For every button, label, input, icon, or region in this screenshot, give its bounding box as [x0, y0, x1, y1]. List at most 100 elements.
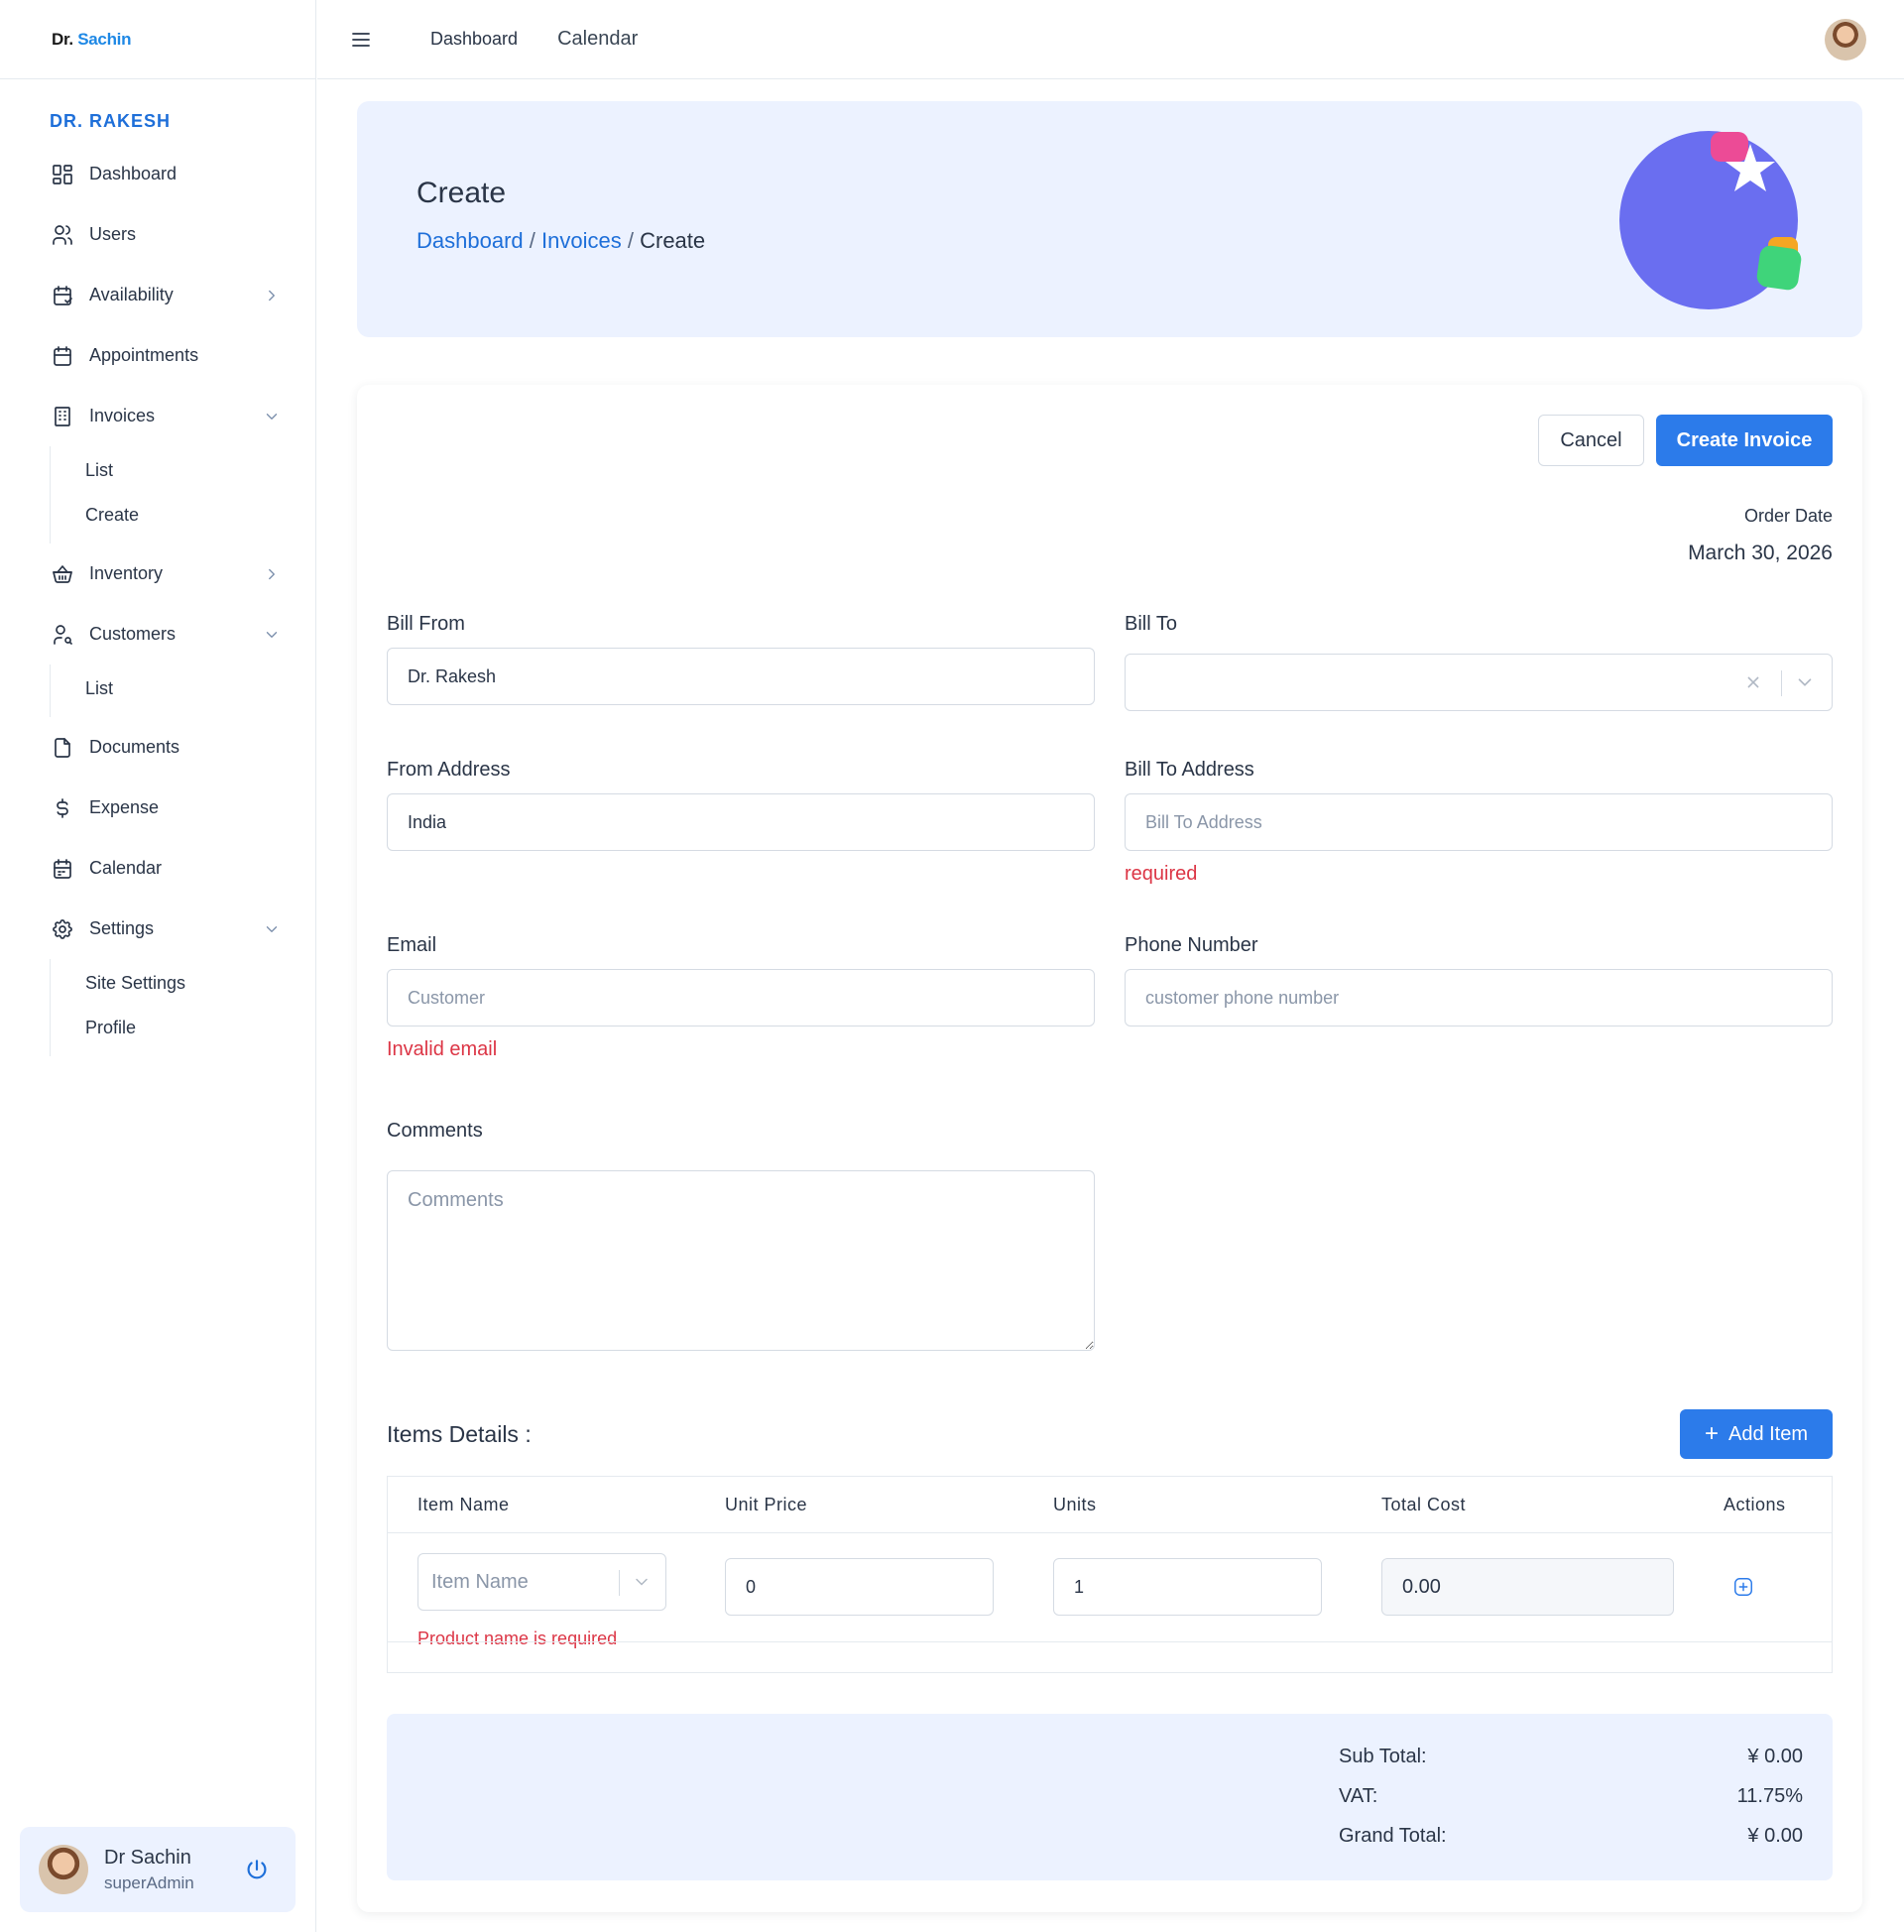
- sidebar-item-invoices[interactable]: Invoices: [0, 386, 316, 446]
- user-info: Dr Sachin superAdmin: [104, 1847, 244, 1893]
- topbar-link-calendar[interactable]: Calendar: [557, 28, 638, 51]
- avatar[interactable]: [39, 1845, 88, 1894]
- power-icon[interactable]: [244, 1857, 270, 1882]
- sidebar-item-label: Settings: [89, 918, 155, 938]
- sidebar-item-users[interactable]: Users: [0, 204, 316, 265]
- chevron-down-icon: [263, 408, 281, 425]
- items-table: Item Name Unit Price Units Total Cost Ac…: [387, 1476, 1833, 1673]
- sidebar-nav: Dashboard Users Availability Appointment…: [0, 144, 316, 1056]
- avatar[interactable]: [1825, 19, 1866, 60]
- item-name-placeholder: Item Name: [431, 1571, 529, 1593]
- units-input[interactable]: [1053, 1558, 1322, 1616]
- sidebar-item-calendar[interactable]: Calendar: [0, 838, 316, 899]
- table-header-divider: [388, 1532, 1832, 1533]
- comments-textarea[interactable]: [387, 1170, 1095, 1351]
- topbar-link-dashboard[interactable]: Dashboard: [430, 29, 518, 50]
- menu-icon[interactable]: [349, 28, 373, 52]
- breadcrumb-invoices[interactable]: Invoices: [541, 228, 622, 253]
- sidebar-item-label: Customers: [89, 624, 177, 644]
- column-header-total-cost: Total Cost: [1381, 1495, 1467, 1514]
- email-field[interactable]: [387, 969, 1095, 1026]
- cancel-button[interactable]: Cancel: [1538, 415, 1644, 466]
- bill-to-address-error: required: [1125, 863, 1198, 885]
- sidebar-item-expense[interactable]: Expense: [0, 778, 316, 838]
- vat-label: VAT:: [1339, 1785, 1378, 1807]
- sidebar-item-label: Expense: [89, 797, 160, 817]
- sidebar-subitem-customers-list[interactable]: List: [85, 666, 316, 711]
- add-row-icon[interactable]: [1732, 1576, 1754, 1598]
- breadcrumb-dashboard[interactable]: Dashboard: [416, 228, 524, 253]
- column-header-actions: Actions: [1724, 1495, 1786, 1514]
- calendar-event-icon: [50, 856, 75, 882]
- chevron-right-icon: [263, 565, 281, 583]
- phone-number-input[interactable]: [1125, 969, 1833, 1026]
- vat-value: 11.75%: [1736, 1785, 1803, 1807]
- bill-to-address-label: Bill To Address: [1125, 759, 1254, 781]
- add-item-label: Add Item: [1727, 1422, 1809, 1445]
- page-title: Create: [416, 177, 507, 209]
- clear-icon[interactable]: [1742, 671, 1764, 693]
- breadcrumb-separator: /: [529, 228, 536, 253]
- settings-submenu: Site Settings Profile: [50, 959, 316, 1056]
- comments-label: Comments: [387, 1120, 483, 1142]
- invoice-form-card: Cancel Create Invoice Order Date March 3…: [357, 385, 1862, 1912]
- table-row-divider: [388, 1641, 1832, 1642]
- sub-total-value: ¥ 0.00: [1747, 1746, 1803, 1767]
- column-header-item-name: Item Name: [417, 1495, 510, 1514]
- sidebar-item-label: Invoices: [89, 406, 156, 425]
- total-cost-input: [1381, 1558, 1674, 1616]
- sidebar-item-appointments[interactable]: Appointments: [0, 325, 316, 386]
- breadcrumb: Dashboard / Invoices / Create: [416, 228, 705, 254]
- chevron-down-icon[interactable]: [1794, 671, 1816, 693]
- customers-submenu: List: [50, 664, 316, 717]
- header-illustration: [1619, 131, 1802, 309]
- user-icon: [50, 222, 75, 248]
- page-header-banner: Create Dashboard / Invoices / Create: [357, 101, 1862, 337]
- sidebar-subitem-profile[interactable]: Profile: [85, 1006, 316, 1050]
- sidebar-subitem-site-settings[interactable]: Site Settings: [85, 961, 316, 1006]
- bill-from-input[interactable]: [387, 648, 1095, 705]
- bill-to-address-input[interactable]: [1125, 793, 1833, 851]
- sidebar: Dr. Sachin DR. RAKESH Dashboard Users Av…: [0, 0, 316, 1932]
- sidebar-subitem-invoices-list[interactable]: List: [85, 448, 316, 493]
- column-header-units: Units: [1053, 1495, 1097, 1514]
- item-name-select[interactable]: Item Name: [417, 1553, 666, 1611]
- column-header-unit-price: Unit Price: [725, 1495, 808, 1514]
- chevron-down-icon: [263, 626, 281, 644]
- email-error: Invalid email: [387, 1038, 498, 1060]
- chevron-down-icon[interactable]: [632, 1572, 652, 1592]
- create-invoice-button[interactable]: Create Invoice: [1656, 415, 1833, 466]
- dashboard-grid-icon: [50, 162, 75, 187]
- sidebar-item-documents[interactable]: Documents: [0, 717, 316, 778]
- sidebar-item-inventory[interactable]: Inventory: [0, 543, 316, 604]
- user-name: Dr Sachin: [104, 1846, 191, 1869]
- item-name-error: Product name is required: [417, 1629, 618, 1648]
- plus-icon: +: [1704, 1420, 1719, 1447]
- from-address-input[interactable]: [387, 793, 1095, 851]
- sidebar-item-customers[interactable]: Customers: [0, 604, 316, 664]
- logo-text: Dr. Sachin: [52, 29, 132, 49]
- user-search-icon: [50, 622, 75, 648]
- grand-total-value: ¥ 0.00: [1747, 1825, 1803, 1847]
- sidebar-item-dashboard[interactable]: Dashboard: [0, 144, 316, 204]
- sidebar-item-settings[interactable]: Settings: [0, 899, 316, 959]
- breadcrumb-current: Create: [640, 228, 706, 253]
- topbar: Dashboard Calendar: [317, 0, 1904, 79]
- bill-to-select[interactable]: [1125, 654, 1833, 711]
- sidebar-item-label: Availability: [89, 285, 174, 304]
- add-item-button[interactable]: + Add Item: [1680, 1409, 1833, 1459]
- dollar-icon: [50, 795, 75, 821]
- file-icon: [50, 735, 75, 761]
- sidebar-subitem-invoices-create[interactable]: Create: [85, 493, 316, 538]
- sidebar-item-availability[interactable]: Availability: [0, 265, 316, 325]
- from-address-label: From Address: [387, 759, 511, 781]
- logo[interactable]: Dr. Sachin: [0, 0, 315, 79]
- unit-price-input[interactable]: [725, 1558, 994, 1616]
- building-icon: [50, 404, 75, 429]
- order-date-label: Order Date: [1743, 506, 1833, 526]
- basket-icon: [50, 561, 75, 587]
- select-divider: [619, 1570, 620, 1596]
- select-divider: [1781, 670, 1782, 696]
- calendar-icon: [50, 343, 75, 369]
- bill-to-label: Bill To: [1125, 613, 1177, 635]
